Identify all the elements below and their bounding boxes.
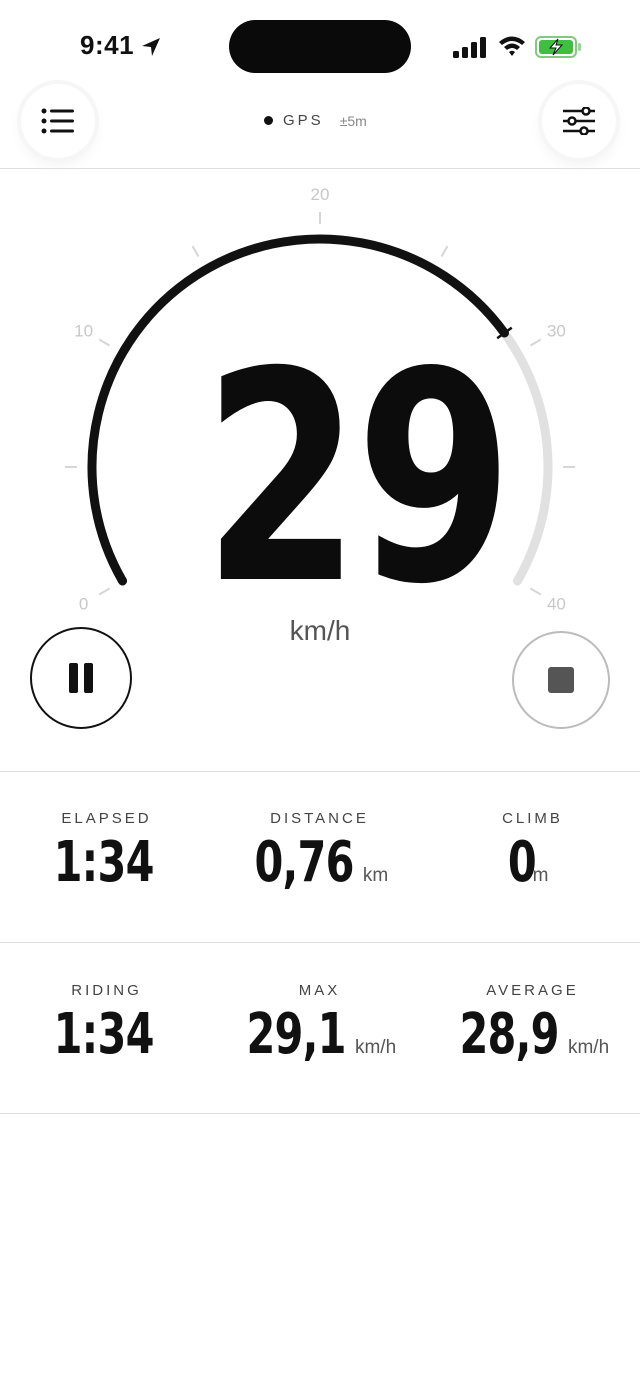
stat-label: MAX	[298, 982, 341, 999]
cellular-signal-icon	[453, 37, 486, 58]
gauge-track	[499, 328, 553, 586]
location-arrow-icon	[142, 38, 160, 56]
sliders-icon	[563, 107, 595, 135]
stat-elapsed: ELAPSED 1:34	[0, 810, 213, 893]
menu-button[interactable]	[21, 84, 95, 158]
wifi-icon	[499, 36, 525, 56]
gps-label: GPS	[283, 112, 324, 129]
gauge-tick	[191, 245, 200, 258]
status-time: 9:41	[80, 30, 135, 60]
stat-unit: km/h	[354, 1037, 397, 1058]
gauge-tick-label: 20	[311, 185, 330, 204]
gauge-tick-label: 10	[74, 322, 93, 341]
stat-label: AVERAGE	[486, 982, 579, 999]
stat-value: 0,76	[254, 830, 354, 895]
pause-icon-bar	[84, 663, 93, 693]
gps-status: GPS ±5m	[264, 112, 367, 129]
stat-unit: km	[362, 865, 389, 886]
stat-max: MAX 29,1 km/h	[213, 982, 426, 1065]
stat-unit: km/h	[567, 1037, 610, 1058]
speed-unit: km/h	[289, 615, 351, 646]
stat-average: AVERAGE 28,9 km/h	[426, 982, 639, 1065]
gauge-tick	[529, 338, 542, 347]
stat-value: 1:34	[53, 1002, 154, 1067]
stop-icon	[548, 667, 574, 693]
gps-indicator-dot	[264, 116, 273, 125]
gauge-tick-label: 0	[79, 595, 88, 614]
battery-charging-icon	[535, 36, 581, 58]
stats-divider-bottom	[0, 1113, 640, 1114]
stat-value: 1:34	[53, 830, 154, 895]
stat-label: RIDING	[71, 982, 142, 999]
pause-button[interactable]	[30, 627, 132, 729]
list-icon	[41, 108, 74, 134]
stop-button[interactable]	[512, 631, 610, 729]
settings-button[interactable]	[542, 84, 616, 158]
gauge-tick	[98, 338, 111, 347]
toolbar-divider	[0, 168, 640, 169]
gauge-tick-label: 40	[547, 595, 566, 614]
stats-divider-top	[0, 771, 640, 772]
stat-label: ELAPSED	[61, 810, 152, 827]
stat-label: DISTANCE	[270, 810, 369, 827]
gps-accuracy: ±5m	[339, 112, 367, 129]
gauge-tick	[529, 587, 542, 596]
stat-distance: DISTANCE 0,76 km	[213, 810, 426, 893]
stat-label: CLIMB	[502, 810, 563, 827]
stats-divider-middle	[0, 942, 640, 943]
gauge-tick	[440, 245, 449, 258]
stat-riding: RIDING 1:34	[0, 982, 213, 1065]
current-speed: 29	[203, 311, 513, 648]
stat-value: 29,1	[246, 1002, 346, 1067]
stat-value: 28,9	[459, 1002, 559, 1067]
stat-climb: CLIMB 0 m	[426, 810, 639, 893]
gauge-tick	[98, 587, 111, 596]
pause-icon	[69, 663, 78, 693]
stat-value: 0	[507, 830, 537, 895]
gauge-tick-label: 30	[547, 322, 566, 341]
dynamic-island	[229, 20, 411, 73]
